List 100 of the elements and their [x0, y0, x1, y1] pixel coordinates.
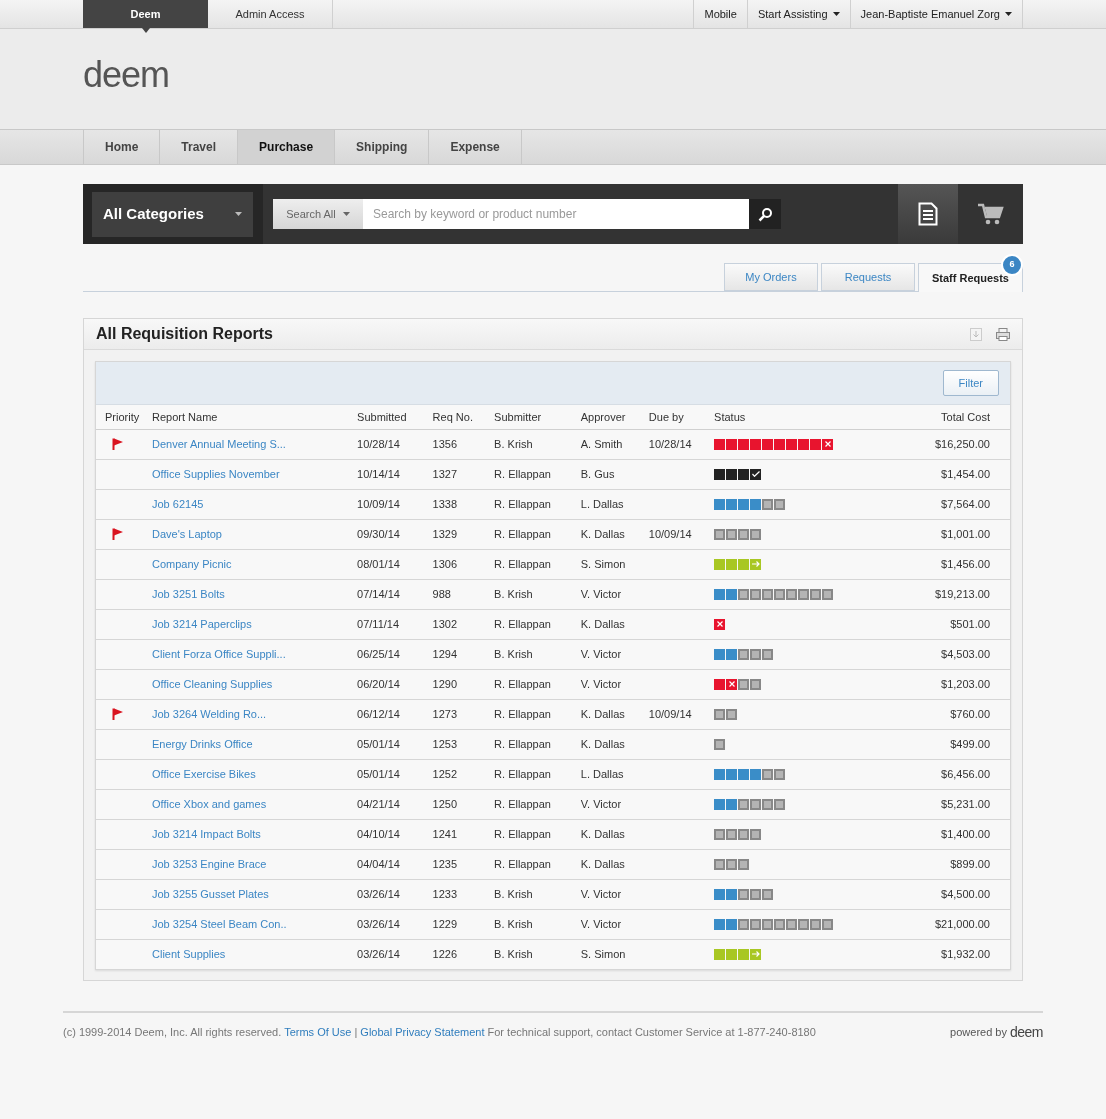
report-link[interactable]: Job 3214 Paperclips [152, 617, 252, 630]
table-cell: 07/11/14 [357, 617, 400, 630]
table-cell: 1235 [432, 857, 458, 870]
table-cell: R. Ellappan [494, 557, 551, 570]
table-cell: 06/20/14 [357, 677, 400, 690]
report-link[interactable]: Office Supplies November [152, 467, 280, 480]
table-cell: R. Ellappan [494, 857, 551, 870]
table-cell: $760.00 [950, 707, 990, 720]
table-cell: R. Ellappan [494, 527, 551, 540]
column-header[interactable]: Priority [105, 410, 140, 423]
column-header[interactable]: Submitted [357, 410, 407, 423]
report-link[interactable]: Energy Drinks Office [152, 737, 253, 750]
column-header[interactable]: Report Name [152, 410, 218, 423]
table-cell: 04/04/14 [357, 857, 400, 870]
report-link[interactable]: Job 3253 Engine Brace [152, 857, 267, 870]
table-cell: $1,203.00 [941, 677, 990, 690]
table-cell: 1356 [432, 437, 458, 450]
report-link[interactable]: Job 3214 Impact Bolts [152, 827, 261, 840]
document-button[interactable] [898, 184, 958, 244]
table-cell: 06/12/14 [357, 707, 400, 720]
report-link[interactable]: Client Forza Office Suppli... [152, 647, 286, 660]
nav-tab[interactable]: Expense [429, 130, 522, 164]
report-link[interactable]: Job 3254 Steel Beam Con.. [152, 917, 287, 930]
search-field[interactable]: Search by keyword or product number [363, 199, 749, 229]
nav-tab[interactable]: Purchase [238, 130, 336, 164]
top-link[interactable]: Mobile [694, 0, 748, 28]
table-cell: B. Krish [494, 917, 533, 930]
table-cell: 03/26/14 [357, 917, 400, 930]
column-header[interactable]: Due by [648, 410, 684, 423]
table-cell: B. Gus [580, 467, 615, 480]
table-cell: R. Ellappan [494, 737, 551, 750]
column-header[interactable]: Req No. [432, 410, 473, 423]
report-link[interactable]: Office Cleaning Supplies [152, 677, 273, 690]
search-button[interactable] [749, 199, 781, 229]
column-header[interactable]: Status [714, 410, 746, 423]
report-link[interactable]: Denver Annual Meeting S... [152, 437, 286, 450]
nav-tab[interactable]: Home [84, 130, 161, 164]
column-header[interactable]: Approver [580, 410, 626, 423]
table-cell: B. Krish [494, 587, 533, 600]
table-cell: $499.00 [950, 737, 990, 750]
table-cell: 03/26/14 [357, 887, 400, 900]
column-header[interactable]: Total Cost [941, 410, 990, 423]
table-cell: V. Victor [580, 677, 622, 690]
table-cell: 05/01/14 [357, 767, 400, 780]
table-cell: 1273 [432, 707, 458, 720]
top-link[interactable]: Start Assisting [747, 0, 851, 28]
report-link[interactable]: Office Exercise Bikes [152, 767, 256, 780]
table-cell: $1,456.00 [941, 557, 990, 570]
report-link[interactable]: Dave's Laptop [152, 527, 222, 540]
table-cell: $1,932.00 [941, 948, 990, 960]
top-link[interactable]: Jean-Baptiste Emanuel Zorg [850, 0, 1023, 28]
print-icon[interactable] [996, 327, 1010, 341]
table-cell: 1294 [432, 647, 458, 660]
table-cell: 06/25/14 [357, 647, 400, 660]
table-cell: $19,213.00 [934, 587, 990, 600]
table-cell: $1,001.00 [941, 527, 990, 540]
table-cell: 05/01/14 [357, 737, 400, 750]
table-cell: 1329 [432, 527, 458, 540]
cart-icon [977, 203, 1004, 225]
tab[interactable]: My Orders [723, 263, 818, 291]
report-link[interactable]: Job 3264 Welding Ro... [152, 707, 267, 720]
category-dropdown[interactable]: All Categories [92, 191, 253, 237]
report-link[interactable]: Job 62145 [152, 497, 204, 510]
nav-tab[interactable]: Shipping [335, 130, 430, 164]
table-cell: R. Ellappan [494, 677, 551, 690]
powered-by-text: powered by [950, 1025, 1007, 1041]
privacy-link[interactable]: Global Privacy Statement [360, 1026, 485, 1039]
report-link[interactable]: Job 3251 Bolts [152, 587, 225, 600]
table-cell: 1226 [432, 948, 458, 960]
count-badge: 6 [1001, 254, 1023, 276]
table-cell: L. Dallas [580, 767, 624, 780]
table-cell: 10/09/14 [357, 497, 400, 510]
filter-button[interactable]: Filter [942, 370, 999, 396]
table-cell: $1,454.00 [941, 467, 990, 480]
table-cell: $16,250.00 [934, 437, 990, 450]
table-cell: V. Victor [580, 797, 622, 810]
report-link[interactable]: Company Picnic [152, 557, 232, 570]
table-cell: 04/10/14 [357, 827, 400, 840]
deem-logo[interactable]: deem [83, 54, 170, 95]
search-scope-dropdown[interactable]: Search All [273, 199, 363, 229]
table-cell: 10/09/14 [648, 527, 692, 540]
table-cell: 1302 [432, 617, 458, 630]
terms-link[interactable]: Terms Of Use [284, 1026, 352, 1039]
table-cell: R. Ellappan [494, 827, 551, 840]
table-cell: 1252 [432, 767, 458, 780]
table-cell: R. Ellappan [494, 617, 551, 630]
table-cell: V. Victor [580, 587, 622, 600]
tab[interactable]: Requests [820, 263, 915, 291]
report-link[interactable]: Office Xbox and games [152, 797, 267, 810]
column-header[interactable]: Submitter [494, 410, 542, 423]
report-link[interactable]: Client Supplies [152, 948, 226, 960]
table-cell: B. Krish [494, 647, 533, 660]
table-cell: $4,500.00 [941, 887, 990, 900]
top-tab[interactable]: Admin Access [208, 0, 333, 28]
table-cell: $7,564.00 [941, 497, 990, 510]
table-cell: $1,400.00 [941, 827, 990, 840]
table-cell: 1229 [432, 917, 458, 930]
table-cell: $4,503.00 [941, 647, 990, 660]
report-link[interactable]: Job 3255 Gusset Plates [152, 887, 269, 900]
table-cell: R. Ellappan [494, 797, 551, 810]
